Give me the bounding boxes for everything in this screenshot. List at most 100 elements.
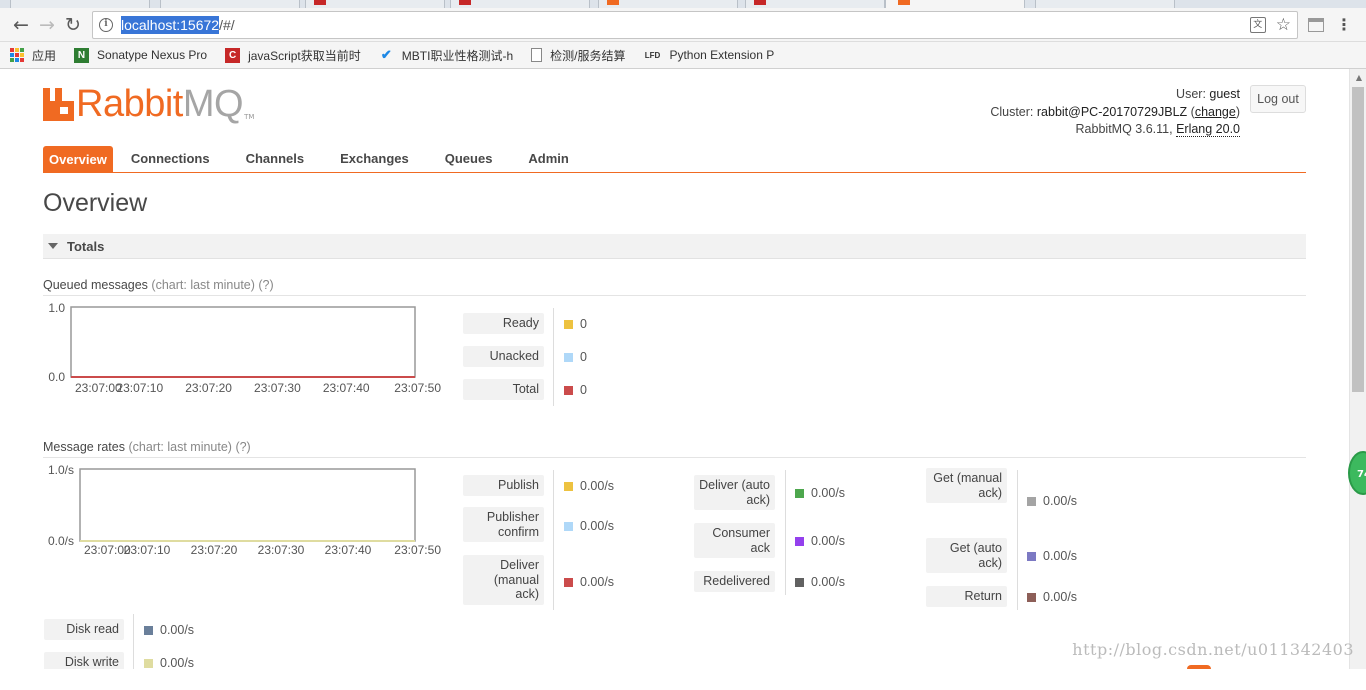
legend-total: Total [463, 379, 544, 400]
y-tick-label: 0.0 [48, 370, 65, 384]
x-tick-label: 23:07:50 [394, 543, 441, 557]
color-swatch [795, 577, 804, 587]
rate-label: Deliver (manual ack) [463, 555, 544, 605]
browser-tab[interactable] [10, 0, 150, 8]
menu-kebab-icon[interactable]: ⋮ [1336, 15, 1352, 34]
x-tick-label: 23:07:40 [323, 381, 370, 395]
url-path-text: /#/ [219, 16, 235, 33]
browser-tab[interactable] [598, 0, 738, 8]
version-text: RabbitMQ 3.6.11, [1075, 122, 1173, 136]
browser-tab[interactable] [745, 0, 885, 8]
color-swatch [564, 385, 573, 395]
rate-value: 0.00/s [1043, 549, 1078, 563]
forward-arrow-icon[interactable]: → [34, 12, 60, 38]
erlang-version: Erlang 20.0 [1176, 122, 1240, 137]
y-tick-label: 1.0 [48, 301, 65, 315]
bookmark-csdn-js[interactable]: C javaScript获取当前时 [225, 47, 361, 64]
scroll-up-icon[interactable]: ▲ [1356, 73, 1362, 82]
apps-grid-icon [10, 48, 24, 62]
x-tick-label: 23:07:10 [124, 543, 171, 557]
bookmark-star-icon[interactable]: ☆ [1276, 15, 1291, 35]
tab-overview[interactable]: Overview [43, 146, 113, 172]
bookmark-label: 检测/服务结算 [550, 48, 626, 63]
rate-disk-write-value: 0.00/s [144, 656, 194, 669]
color-swatch [564, 521, 573, 531]
bookmark-apps[interactable]: 应用 [10, 47, 56, 64]
browser-tab-active[interactable] [885, 0, 1025, 8]
bookmark-check[interactable]: 检测/服务结算 [531, 47, 625, 64]
bookmark-label: javaScript获取当前时 [248, 48, 361, 63]
legend-label: Unacked [463, 346, 544, 367]
color-swatch [1027, 592, 1036, 602]
bookmarks-bar: 应用 N Sonatype Nexus Pro C javaScript获取当前… [0, 42, 1366, 69]
legend-ready: Ready [463, 313, 544, 334]
change-cluster-link[interactable]: change [1195, 105, 1236, 119]
rates-chart-svg: 1.0/s0.0/s23:07:0023:07:10 23:07:20 23:07:… [48, 463, 441, 557]
user-label: User: [1176, 87, 1206, 101]
info-icon[interactable]: i [99, 17, 113, 32]
address-bar[interactable]: i localhost:15672/#/ 文 ☆ [92, 10, 1298, 39]
browser-tab[interactable] [450, 0, 590, 8]
rate-label: Redelivered [694, 571, 775, 592]
browser-tab[interactable] [160, 0, 300, 8]
legend-value: 0 [580, 317, 587, 331]
page-viewport: RabbitMQ TM User: guest Cluster: rabbit@… [0, 69, 1366, 669]
browser-tab[interactable] [1035, 0, 1175, 8]
rate-label: Get (auto ack) [926, 538, 1007, 573]
rate-return: Return [926, 586, 1007, 607]
rates-title: Message rates [43, 440, 125, 454]
rate-deliver-auto-value: 0.00/s [795, 486, 845, 500]
plot-frame [79, 468, 416, 542]
back-arrow-icon[interactable]: ← [8, 12, 34, 38]
scrollbar-thumb[interactable] [1352, 87, 1364, 392]
bookmark-mbti[interactable]: ✔ MBTI职业性格测试-h [379, 47, 513, 64]
message-rates-chart: 1.0/s 0.0/s 23:07:00 23:07:10 23:07:20 23:07:… [43, 463, 448, 573]
color-swatch [564, 577, 573, 587]
tab-admin[interactable]: Admin [510, 151, 586, 172]
logout-button[interactable]: Log out [1250, 85, 1306, 113]
rate-label: Get (manual ack) [926, 468, 1007, 503]
y-tick-label: 1.0/s [48, 463, 74, 477]
color-swatch [795, 536, 804, 546]
legend-label: Total [463, 379, 544, 400]
browser-tab[interactable] [305, 0, 445, 8]
mbti-icon: ✔ [380, 47, 392, 62]
totals-title: Totals [67, 238, 105, 254]
reload-icon[interactable]: ↻ [60, 12, 86, 38]
x-tick-label: 23:07:30 [258, 543, 305, 557]
plot-frame [70, 306, 416, 378]
bookmark-nexus[interactable]: N Sonatype Nexus Pro [74, 47, 207, 63]
queued-hint[interactable]: (chart: last minute) (?) [151, 278, 273, 292]
color-swatch [795, 488, 804, 498]
rate-label: Return [926, 586, 1007, 607]
logo-mq-text: MQ [182, 83, 244, 125]
watermark-text: http://blog.csdn.net/u011342403 [1072, 640, 1354, 659]
rate-disk-read: Disk read [44, 619, 124, 640]
rate-value: 0.00/s [1043, 590, 1078, 604]
translate-icon[interactable]: 文 [1249, 16, 1266, 33]
tab-queues[interactable]: Queues [427, 151, 511, 172]
rate-value: 0.00/s [580, 519, 615, 533]
rate-publisher-confirm: Publisher confirm [463, 507, 544, 542]
url-text[interactable]: localhost:15672/#/ [121, 15, 235, 34]
queued-messages-chart: 1.0 0.0 23:07:00 23:07:10 23:07:20 23:07:30 23… [43, 301, 448, 411]
rates-hint[interactable]: (chart: last minute) (?) [128, 440, 250, 454]
tab-channels[interactable]: Channels [228, 151, 323, 172]
color-swatch [564, 352, 573, 362]
extension-icon[interactable] [1308, 17, 1324, 32]
rate-consumer-ack: Consumer ack [694, 523, 775, 558]
bookmark-python-ext[interactable]: LFD Python Extension P [643, 48, 775, 63]
rabbitmq-logo[interactable]: RabbitMQ TM [43, 85, 254, 123]
totals-section-toggle[interactable]: Totals [43, 234, 1306, 259]
queued-chart-svg: 1.0 0.0 23:07:0023:07:10 23:07:20 23:07:30 23… [48, 301, 441, 395]
page-scrollbar[interactable]: ▲ [1349, 69, 1366, 669]
csdn-logo-icon [1187, 665, 1211, 669]
tab-exchanges[interactable]: Exchanges [322, 151, 427, 172]
rate-publish: Publish [463, 475, 544, 496]
rate-deliver-manual-value: 0.00/s [564, 575, 614, 589]
rate-deliver-auto: Deliver (auto ack) [694, 475, 775, 510]
x-tick-label: 23:07:10 [116, 381, 163, 395]
rate-label: Deliver (auto ack) [694, 475, 775, 510]
nexus-n-icon: N [74, 47, 90, 63]
tab-connections[interactable]: Connections [113, 151, 228, 172]
